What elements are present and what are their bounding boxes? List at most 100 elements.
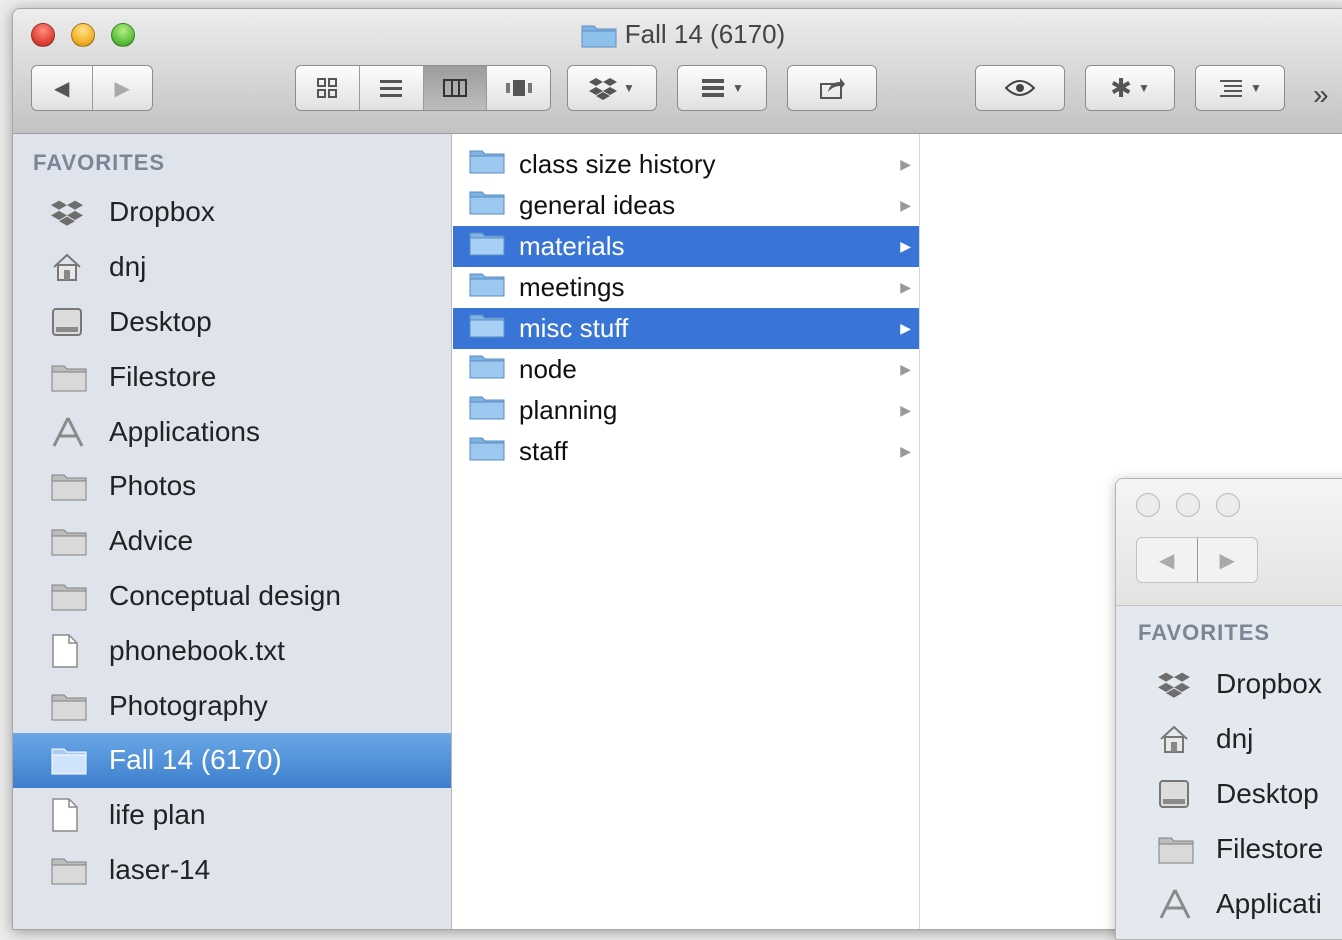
sidebar-item[interactable]: Applications [13,404,451,459]
file-row-label: meetings [519,272,625,302]
sidebar-item[interactable]: laser-14 [13,843,451,898]
share-button[interactable] [787,65,877,111]
file-row[interactable]: meetings ▶ [453,267,919,308]
folder-icon [469,189,505,222]
dropbox-icon [1158,667,1202,701]
gear-icon: ✱ [1110,72,1132,103]
folder-icon [1158,832,1202,866]
icon-view-button[interactable] [296,66,359,110]
folder-icon [51,853,95,887]
file-row[interactable]: class size history ▶ [453,144,919,185]
document-icon [51,634,95,668]
disclosure-triangle-icon: ▶ [900,402,911,418]
arrange-icon [702,79,725,97]
back-arrow-icon: ◀ [1159,549,1175,572]
file-list: class size history ▶ general ideas ▶ materia… [453,144,919,472]
close-button[interactable] [1136,493,1160,517]
sidebar-item-label: Advice [109,525,194,557]
folder-icon [51,689,95,723]
sidebar-list: Dropbox dnj Desktop Filestore Applications Ph… [13,185,451,897]
sidebar-item[interactable]: Applicati [1116,876,1342,931]
folder-icon [469,271,505,304]
document-icon [51,798,95,832]
toolbar-overflow-button[interactable]: » [1313,79,1329,111]
file-row-label: materials [519,231,625,261]
dropbox-icon [51,195,95,229]
sidebar-item[interactable]: dnj [1116,711,1342,766]
forward-button[interactable]: ▶ [91,66,153,110]
file-row[interactable]: planning ▶ [453,390,919,431]
file-row[interactable]: materials ▶ [453,226,919,267]
sidebar-item[interactable]: Fall 14 (6170) [13,732,451,788]
file-row-label: staff [519,436,568,466]
folder-icon [51,579,95,613]
sidebar-item[interactable]: Photos [13,459,451,514]
sidebar-item[interactable]: Dropbox [1116,656,1342,711]
file-row[interactable]: staff ▶ [453,431,919,472]
chevron-down-icon: ▼ [623,81,635,95]
action-menu-button[interactable]: ✱ ▼ [1085,65,1175,111]
disclosure-triangle-icon: ▶ [900,238,911,254]
toolbar: Fall 14 (6170) ◀ ▶ ▼ ▼ ✱ ▼ ▼ » [13,9,1342,134]
sidebar-item[interactable]: life plan [13,788,451,843]
desktop-icon [51,305,95,339]
column-view-button[interactable] [422,66,487,110]
arrange-menu-button[interactable]: ▼ [677,65,767,111]
sidebar-item[interactable]: Desktop [1116,766,1342,821]
file-row[interactable]: node ▶ [453,349,919,390]
sidebar-item[interactable]: Dropbox [13,185,451,240]
sidebar-item-label: Desktop [109,305,212,337]
sidebar-item[interactable]: Desktop [13,295,451,350]
folder-icon [469,435,505,468]
sidebar-item-label: Desktop [1216,777,1319,809]
sidebar-item-label: Filestore [109,360,217,392]
dropbox-icon [589,78,618,100]
sidebar-item[interactable]: Advice [13,514,451,569]
dropbox-menu-button[interactable]: ▼ [567,65,657,111]
forward-arrow-icon: ▶ [114,77,130,100]
double-chevron-icon: » [1313,79,1329,110]
folder-icon [469,230,505,263]
back-forward-control: ◀ ▶ [1136,537,1258,583]
zoom-button[interactable] [1216,493,1240,517]
view-mode-control [295,65,551,111]
folder-icon [469,353,505,386]
sidebar-item[interactable]: Conceptual design [13,569,451,624]
applications-icon [51,415,95,449]
second-window-controls [1136,493,1240,517]
sidebar-item[interactable]: Filestore [13,349,451,404]
applications-icon [1158,887,1202,921]
file-row-label: node [519,354,577,384]
sidebar-item[interactable]: phonebook.txt [13,623,451,678]
sidebar-item[interactable]: Photography [13,678,451,733]
quick-look-button[interactable] [975,65,1065,111]
sidebar-item-label: dnj [1216,722,1254,754]
folder-icon [469,312,505,345]
minimize-button[interactable] [1176,493,1200,517]
sidebar-item[interactable]: dnj [13,240,451,295]
chevron-down-icon: ▼ [1137,81,1150,95]
list-view-button[interactable] [358,66,423,110]
folder-icon [51,360,95,394]
file-row-label: planning [519,395,618,425]
sidebar-item-label: Fall 14 (6170) [109,744,282,776]
cover-flow-icon [505,80,532,96]
sort-menu-button[interactable]: ▼ [1195,65,1285,111]
back-arrow-icon: ◀ [54,77,70,100]
forward-button[interactable]: ▶ [1196,538,1258,582]
sidebar-item[interactable]: Filestore [1116,821,1342,876]
sidebar: FAVORITES Dropbox dnj Desktop Filestore Appl… [13,134,452,929]
sidebar-item-label: Applications [109,415,260,447]
sidebar-item-label: Applicati [1216,887,1322,919]
file-row[interactable]: general ideas ▶ [453,185,919,226]
file-row[interactable]: misc stuff ▶ [453,308,919,349]
cover-flow-button[interactable] [486,66,550,110]
forward-arrow-icon: ▶ [1219,549,1235,572]
browser-column: class size history ▶ general ideas ▶ materia… [453,134,920,929]
back-button[interactable]: ◀ [32,66,92,110]
second-finder-window[interactable]: ◀ ▶ FAVORITES Dropbox dnj Desktop Filestore… [1115,478,1342,940]
file-row-label: general ideas [519,190,676,220]
chevron-down-icon: ▼ [732,81,744,95]
folder-icon [51,743,95,777]
back-button[interactable]: ◀ [1137,538,1197,582]
